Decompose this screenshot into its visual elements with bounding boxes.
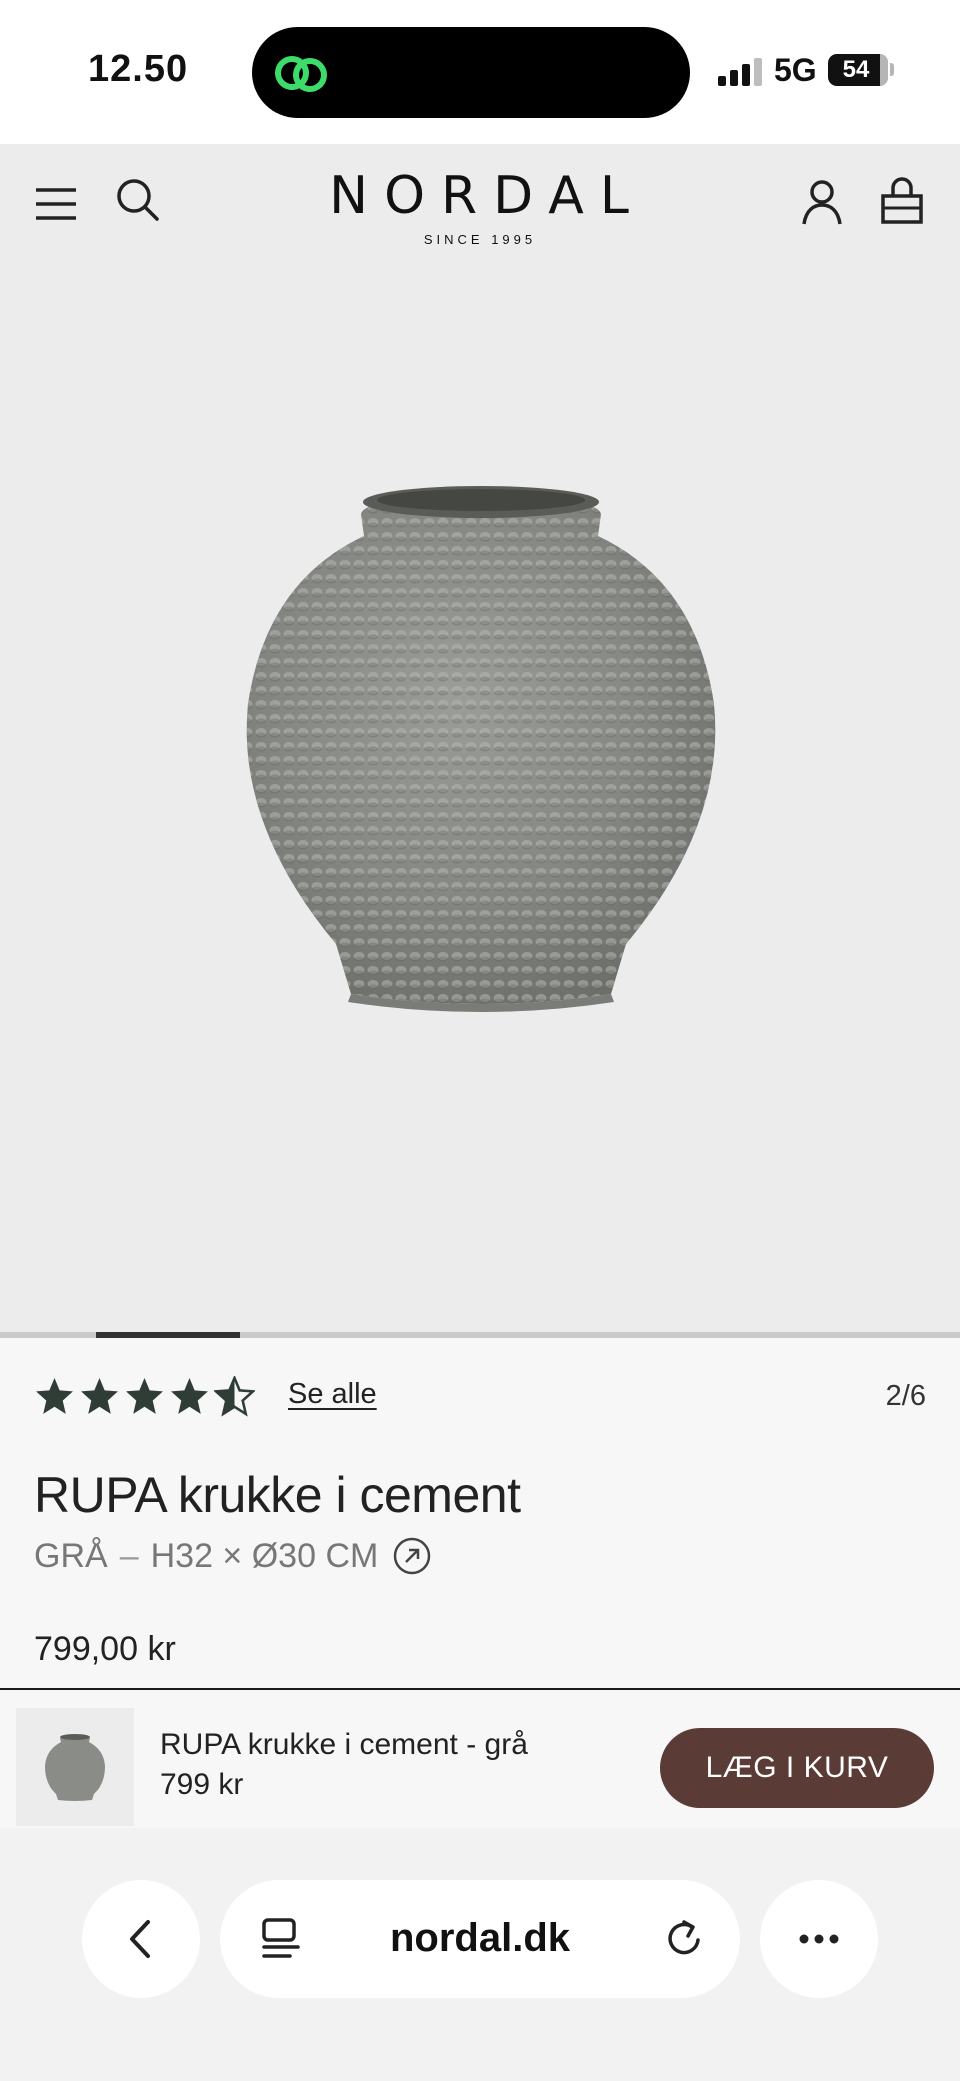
dynamic-island — [252, 27, 690, 118]
product-gallery[interactable] — [0, 264, 960, 1338]
signal-icon — [718, 58, 764, 86]
address-bar[interactable]: nordal.dk — [220, 1880, 740, 1998]
product-image[interactable] — [226, 474, 736, 1014]
status-time: 12.50 — [88, 48, 189, 90]
cart-product-name: RUPA krukke i cement - grå — [160, 1728, 528, 1761]
battery-icon: 54 — [828, 54, 888, 86]
external-link-icon[interactable] — [392, 1536, 432, 1576]
see-all-reviews-link[interactable]: Se alle — [288, 1378, 377, 1411]
variant-color: GRÅ — [34, 1536, 108, 1575]
star-icon — [214, 1376, 255, 1417]
star-icon — [171, 1378, 208, 1414]
status-bar: 12.50 5G 54 — [0, 0, 960, 144]
variant-dimensions: H32 × Ø30 CM — [150, 1536, 379, 1575]
cart-product-price: 799 kr — [160, 1768, 244, 1801]
chevron-left-icon — [130, 1920, 150, 1958]
ellipsis-icon — [799, 1934, 839, 1944]
add-to-cart-button[interactable]: LÆG I KURV — [660, 1728, 934, 1808]
star-icon — [81, 1378, 118, 1414]
cart-thumbnail — [16, 1708, 134, 1826]
product-title: RUPA krukke i cement — [34, 1467, 521, 1523]
product-variant: GRÅ – H32 × Ø30 CM — [34, 1536, 432, 1576]
rating-stars[interactable] — [34, 1376, 255, 1417]
logo-tagline: SINCE 1995 — [423, 232, 537, 247]
network-label: 5G — [774, 52, 817, 88]
link-app-icon — [275, 56, 327, 92]
variant-separator: – — [119, 1536, 139, 1575]
reload-icon[interactable] — [660, 1914, 708, 1962]
battery-percent: 54 — [842, 56, 870, 83]
product-price: 799,00 kr — [34, 1630, 176, 1668]
browser-toolbar: nordal.dk — [0, 1828, 960, 2081]
more-button[interactable] — [760, 1880, 878, 1998]
star-icon — [36, 1378, 73, 1414]
site-header: NORDAL SINCE 1995 — [0, 144, 960, 264]
bag-icon[interactable] — [878, 176, 926, 224]
star-icon — [126, 1378, 163, 1414]
product-info: Se alle 2/6 RUPA krukke i cement GRÅ – H… — [0, 1338, 960, 1688]
account-icon[interactable] — [798, 178, 846, 226]
back-button[interactable] — [82, 1880, 200, 1998]
sticky-cart-bar: RUPA krukke i cement - grå 799 kr LÆG I … — [0, 1688, 960, 1828]
image-counter: 2/6 — [885, 1380, 926, 1412]
